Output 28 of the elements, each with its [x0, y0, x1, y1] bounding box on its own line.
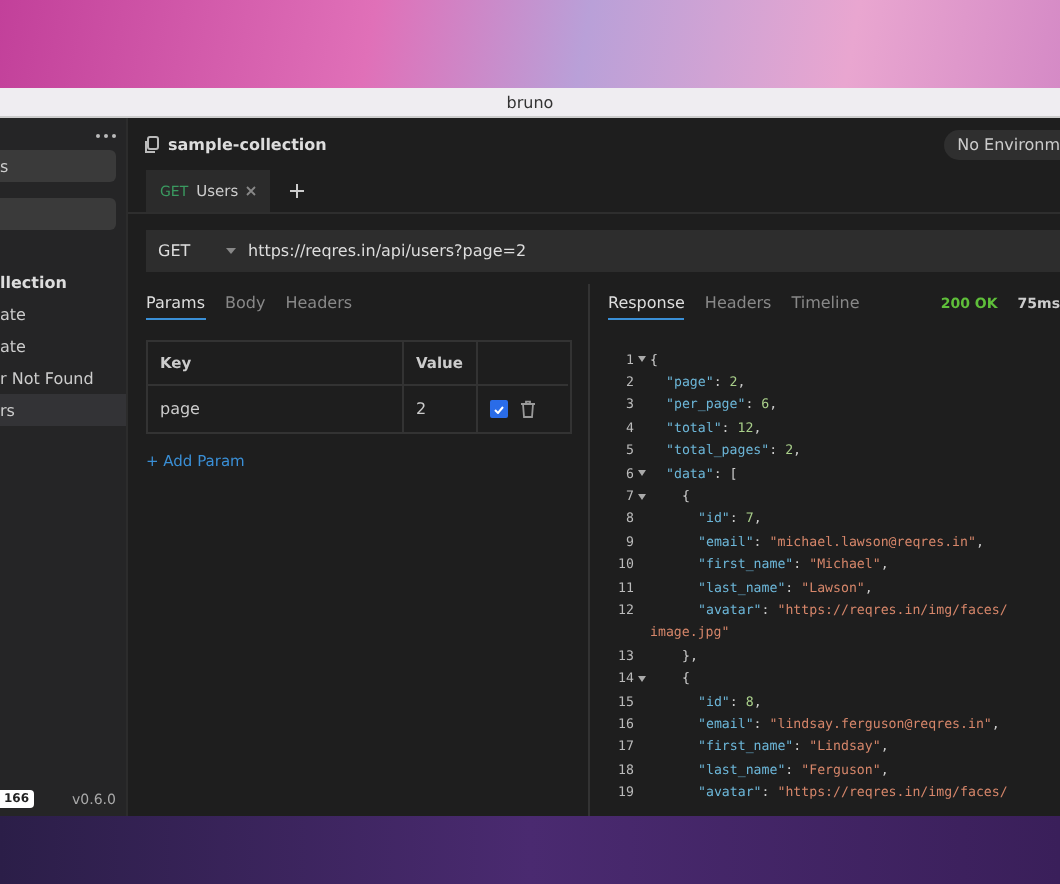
caret-icon [226, 248, 236, 254]
request-pane-tab[interactable]: Body [225, 288, 266, 320]
delete-icon[interactable] [520, 400, 536, 418]
param-key[interactable]: page [148, 386, 404, 432]
request-item[interactable]: rs [0, 394, 126, 426]
request-pane-tab[interactable]: Params [146, 288, 206, 320]
response-pane-tab[interactable]: Response [608, 288, 685, 320]
url-bar[interactable]: GET https://reqres.in/api/users?page=2 [146, 230, 1060, 272]
response-pane-tab[interactable]: Timeline [791, 288, 860, 320]
response-pane-tab[interactable]: Headers [704, 288, 772, 320]
request-pane-tab[interactable]: Headers [285, 288, 353, 320]
fold-icon[interactable] [638, 356, 646, 363]
close-icon[interactable] [246, 186, 257, 196]
environment-selector[interactable]: No Environm [943, 129, 1060, 159]
param-value[interactable]: 2 [404, 386, 478, 432]
request-item[interactable]: r Not Found [0, 362, 126, 394]
search-field[interactable]: s [0, 150, 116, 182]
window-title: bruno [506, 93, 554, 111]
enabled-checkbox[interactable] [490, 400, 508, 418]
fold-icon[interactable] [638, 493, 646, 500]
fold-icon[interactable] [638, 470, 646, 477]
request-item[interactable]: ate [0, 298, 126, 330]
collection-name: sample-collection [168, 135, 327, 153]
collection-title[interactable]: llection [0, 266, 126, 298]
request-item[interactable]: ate [0, 330, 126, 362]
collection-icon [144, 135, 160, 153]
add-tab-icon[interactable] [290, 184, 305, 198]
fold-icon[interactable] [638, 675, 646, 682]
